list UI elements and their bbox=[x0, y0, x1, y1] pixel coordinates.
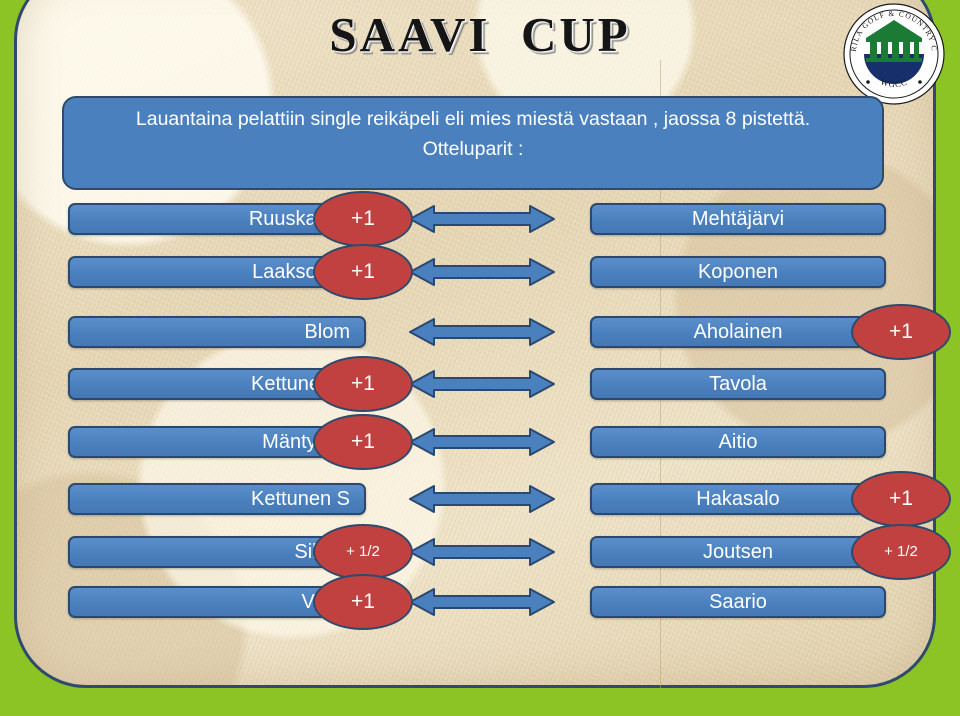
right-player-bar[interactable]: Tavola bbox=[590, 368, 886, 400]
right-score-badge: + 1/2 bbox=[851, 524, 951, 580]
right-player-bar[interactable]: Hakasalo bbox=[590, 483, 886, 515]
double-headed-arrow-icon bbox=[409, 538, 555, 566]
right-player-name: Joutsen bbox=[702, 541, 774, 563]
right-score-badge: +1 bbox=[851, 471, 951, 527]
left-player-name: Kettunen S bbox=[251, 488, 350, 510]
page-title: SAAVI CUP bbox=[329, 7, 631, 62]
match-row: Mäntynen Aitio +1 bbox=[0, 414, 960, 470]
match-row: Kettunen E Tavola +1 bbox=[0, 356, 960, 412]
intro-line-2: Otteluparit : bbox=[422, 137, 524, 160]
double-headed-arrow-icon bbox=[409, 370, 555, 398]
double-headed-arrow-icon bbox=[409, 588, 555, 616]
intro-line-1: Lauantaina pelattiin single reikäpeli el… bbox=[135, 108, 811, 130]
double-headed-arrow-icon bbox=[409, 428, 555, 456]
right-player-bar[interactable]: Aitio bbox=[590, 426, 886, 458]
right-player-name: Mehtäjärvi bbox=[691, 208, 785, 230]
club-logo-icon: WIURILA GOLF & COUNTRY CLUB WGCC bbox=[842, 2, 945, 105]
match-row: Laaksonen Koponen +1 bbox=[0, 244, 960, 300]
left-score-badge: +1 bbox=[313, 414, 413, 470]
intro-textbox: Lauantaina pelattiin single reikäpeli el… bbox=[62, 96, 884, 190]
right-player-name: Hakasalo bbox=[696, 488, 780, 510]
left-score-badge: +1 bbox=[313, 244, 413, 300]
right-player-name: Aitio bbox=[718, 431, 758, 453]
double-headed-arrow-icon bbox=[409, 485, 555, 513]
left-score-badge: +1 bbox=[313, 356, 413, 412]
left-score-badge: +1 bbox=[313, 191, 413, 247]
right-player-bar[interactable]: Koponen bbox=[590, 256, 886, 288]
double-headed-arrow-icon bbox=[409, 205, 555, 233]
match-row: VirkkiSaario+1 bbox=[0, 574, 960, 630]
right-player-bar[interactable]: Saario bbox=[590, 586, 886, 618]
left-score-badge: +1 bbox=[313, 574, 413, 630]
left-score-badge: + 1/2 bbox=[313, 524, 413, 580]
right-player-name: Saario bbox=[709, 591, 767, 613]
match-row: Ruuskanen Mehtäjärvi +1 bbox=[0, 191, 960, 247]
left-player-bar[interactable]: Blom bbox=[68, 316, 366, 348]
match-row: Kettunen S Hakasalo +1 bbox=[0, 471, 960, 527]
right-player-bar[interactable]: Joutsen bbox=[590, 536, 886, 568]
slide-canvas: SAAVI CUP WIURILA GOLF & COUNTRY CLUB WG… bbox=[0, 0, 960, 716]
right-player-bar[interactable]: Mehtäjärvi bbox=[590, 203, 886, 235]
left-player-bar[interactable]: Kettunen S bbox=[68, 483, 366, 515]
right-player-name: Koponen bbox=[697, 261, 779, 283]
right-player-bar[interactable]: Aholainen bbox=[590, 316, 886, 348]
right-player-name: Tavola bbox=[709, 373, 767, 395]
right-score-badge: +1 bbox=[851, 304, 951, 360]
right-player-name: Aholainen bbox=[693, 321, 783, 343]
double-headed-arrow-icon bbox=[409, 318, 555, 346]
left-player-name: Blom bbox=[304, 321, 350, 343]
match-row: Blom Aholainen +1 bbox=[0, 304, 960, 360]
match-row: SilfverJoutsen+ 1/2+ 1/2 bbox=[0, 524, 960, 580]
double-headed-arrow-icon bbox=[409, 258, 555, 286]
